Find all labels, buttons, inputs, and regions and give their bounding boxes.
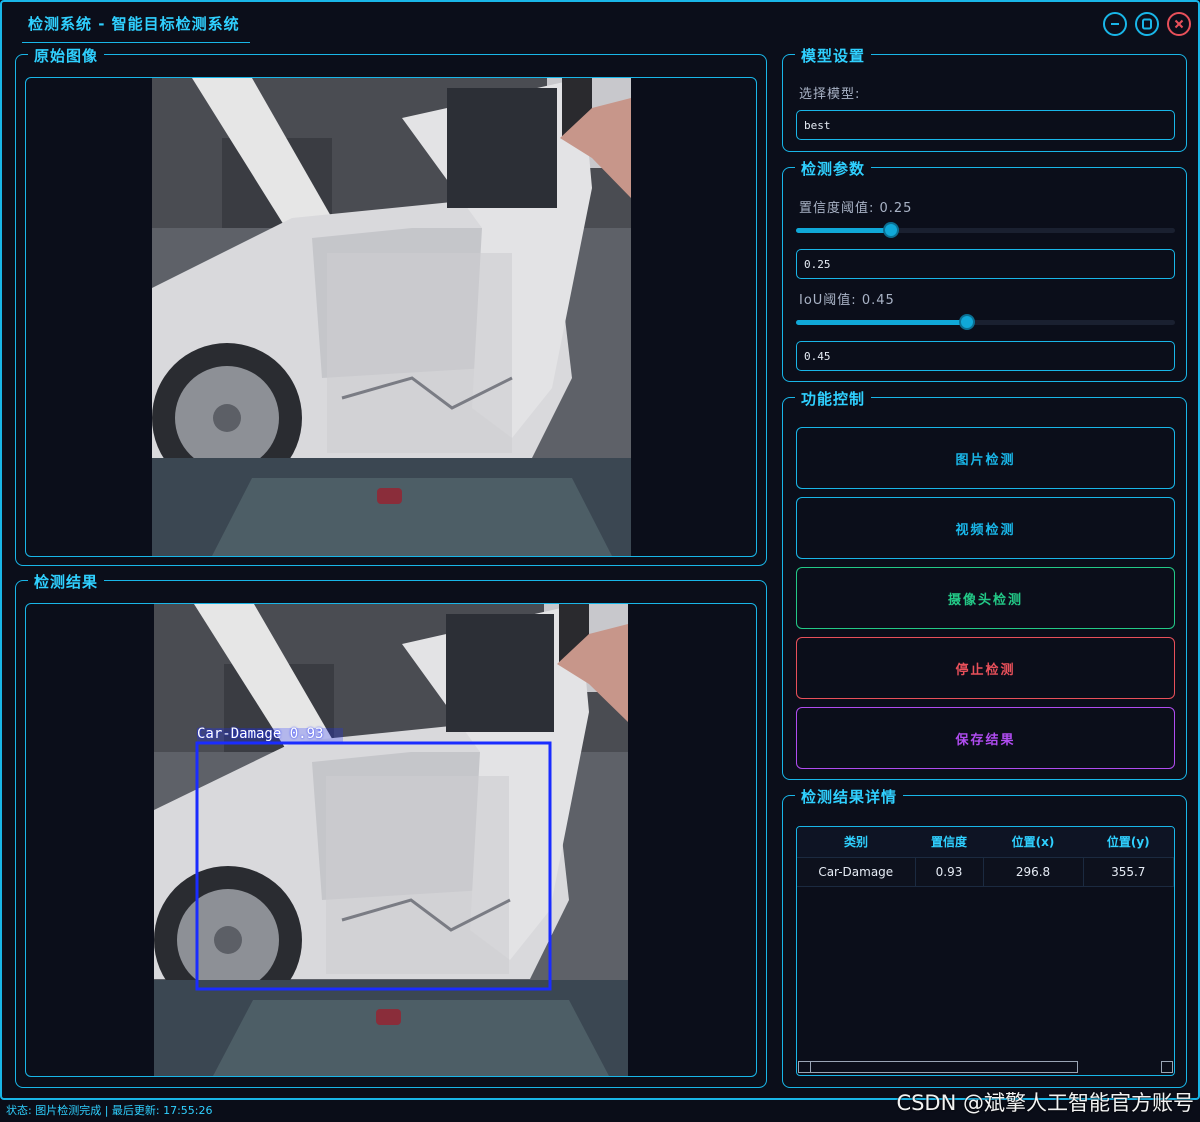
car-photo-result	[154, 604, 628, 1076]
column-header[interactable]: 位置(x)	[983, 827, 1083, 858]
result-image-title: 检测结果	[28, 571, 105, 592]
title-underline	[22, 42, 250, 43]
confidence-threshold-label: 置信度阈值: 0.25	[799, 201, 913, 216]
model-select-label: 选择模型:	[799, 87, 861, 102]
stop-detect-button[interactable]: 停止检测	[796, 637, 1175, 699]
confidence-slider-fill	[796, 228, 891, 233]
maximize-button[interactable]	[1135, 12, 1159, 36]
table-row[interactable]: Car-Damage 0.93 296.8 355.7	[797, 857, 1174, 887]
result-image: Car-Damage 0.93	[154, 604, 628, 1076]
results-table-container: 类别 置信度 位置(x) 位置(y) Car-Damage 0.93 296.8…	[796, 826, 1175, 1076]
detection-details-group: 检测结果详情 类别 置信度 位置(x) 位置(y) Car-Damage 0.9…	[782, 786, 1187, 1088]
function-control-group: 功能控制 图片检测 视频检测 摄像头检测 停止检测 保存结果	[782, 388, 1187, 780]
iou-slider-handle[interactable]	[959, 314, 975, 330]
table-cell: 355.7	[1083, 857, 1174, 887]
iou-input[interactable]: 0.45	[796, 341, 1175, 371]
camera-detect-button[interactable]: 摄像头检测	[796, 567, 1175, 629]
horizontal-scrollbar[interactable]	[798, 1061, 1078, 1073]
column-header[interactable]: 置信度	[915, 827, 983, 858]
scroll-left-arrow[interactable]	[799, 1062, 811, 1072]
results-table: 类别 置信度 位置(x) 位置(y) Car-Damage 0.93 296.8…	[797, 827, 1174, 887]
save-result-button[interactable]: 保存结果	[796, 707, 1175, 769]
window-title: 检测系统 - 智能目标检测系统	[28, 15, 240, 33]
confidence-slider-handle[interactable]	[883, 222, 899, 238]
iou-slider[interactable]	[796, 314, 1175, 330]
minimize-icon	[1111, 23, 1119, 25]
model-settings-title: 模型设置	[795, 45, 872, 66]
original-image-group: 原始图像	[15, 45, 767, 566]
close-button[interactable]	[1167, 12, 1191, 36]
detection-params-title: 检测参数	[795, 158, 872, 179]
detection-params-group: 检测参数 置信度阈值: 0.25 0.25 IoU阈值: 0.45 0.45	[782, 158, 1187, 382]
confidence-input[interactable]: 0.25	[796, 249, 1175, 279]
car-photo-original	[152, 78, 631, 556]
model-select[interactable]: best	[796, 110, 1175, 140]
image-detect-button[interactable]: 图片检测	[796, 427, 1175, 489]
table-cell: 296.8	[983, 857, 1084, 887]
minimize-button[interactable]	[1103, 12, 1127, 36]
column-header[interactable]: 位置(y)	[1083, 827, 1174, 858]
model-settings-group: 模型设置 选择模型: best	[782, 45, 1187, 152]
app-window: 检测系统 - 智能目标检测系统 原始图像 检测结果 Car-Damage 0.9…	[0, 0, 1200, 1100]
column-header[interactable]: 类别	[797, 827, 915, 858]
video-detect-button[interactable]: 视频检测	[796, 497, 1175, 559]
close-icon	[1174, 19, 1184, 29]
result-image-group: 检测结果 Car-Damage 0.93	[15, 571, 767, 1088]
table-cell: Car-Damage	[797, 857, 916, 887]
table-header-row: 类别 置信度 位置(x) 位置(y)	[797, 827, 1174, 858]
original-image	[152, 78, 631, 556]
iou-slider-fill	[796, 320, 967, 325]
confidence-slider[interactable]	[796, 222, 1175, 238]
detection-details-title: 检测结果详情	[795, 786, 904, 807]
iou-threshold-label: IoU阈值: 0.45	[799, 293, 895, 308]
detection-label: Car-Damage 0.93	[197, 726, 324, 742]
maximize-icon	[1142, 18, 1152, 30]
original-image-frame	[25, 77, 757, 557]
scroll-right-arrow[interactable]	[1161, 1061, 1173, 1073]
table-cell: 0.93	[915, 857, 984, 887]
title-bar[interactable]: 检测系统 - 智能目标检测系统	[2, 2, 1198, 44]
result-image-frame: Car-Damage 0.93	[25, 603, 757, 1077]
watermark: CSDN @斌擎人工智能官方账号	[896, 1091, 1194, 1115]
original-image-title: 原始图像	[28, 45, 105, 66]
function-control-title: 功能控制	[795, 388, 872, 409]
